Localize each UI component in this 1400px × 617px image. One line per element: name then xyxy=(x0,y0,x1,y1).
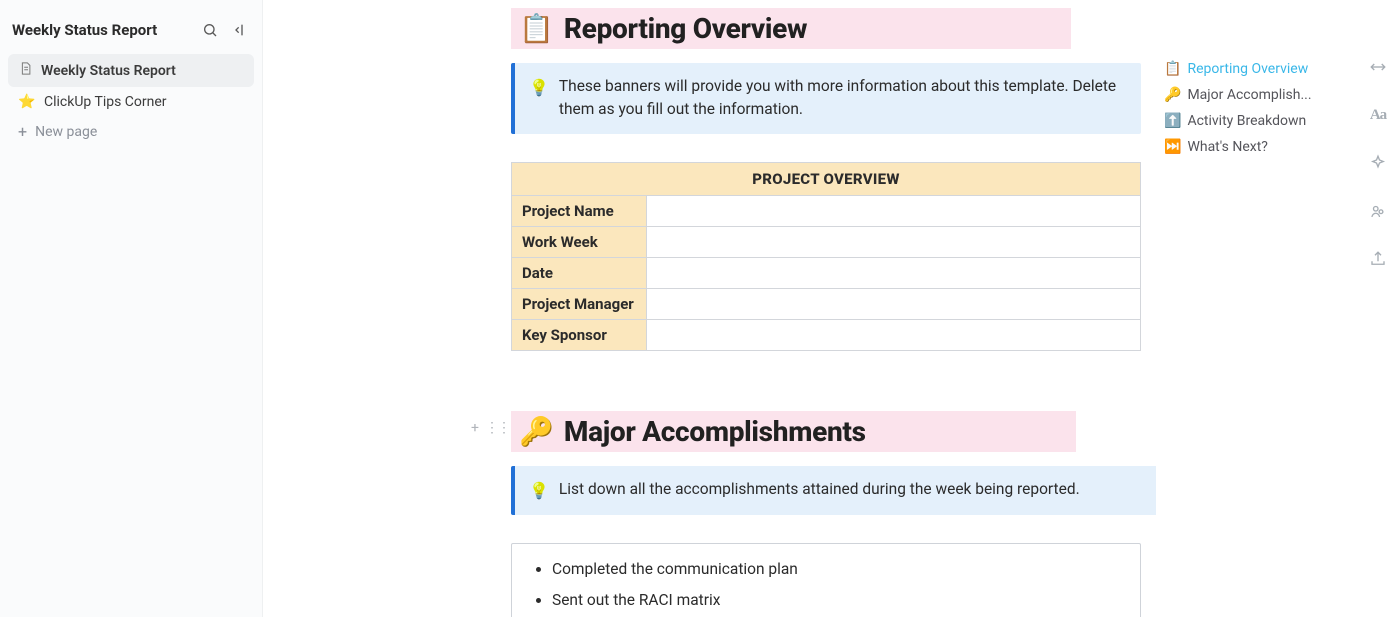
document-icon xyxy=(18,61,33,80)
lightbulb-icon: 💡 xyxy=(529,76,549,100)
table-header: PROJECT OVERVIEW xyxy=(512,162,1141,195)
search-icon[interactable] xyxy=(200,20,220,40)
star-icon: ⭐ xyxy=(18,94,36,110)
row-value[interactable] xyxy=(647,319,1141,350)
sidebar-item-clickup-tips[interactable]: ⭐ ClickUp Tips Corner xyxy=(8,87,254,117)
table-row: Date xyxy=(512,257,1141,288)
typography-icon[interactable]: Aa xyxy=(1367,104,1389,126)
right-toolstrip: Aa xyxy=(1356,0,1400,617)
document-canvas: 📋 Reporting Overview 💡 These banners wil… xyxy=(263,0,1156,617)
document-body: 📋 Reporting Overview 💡 These banners wil… xyxy=(511,8,1146,577)
project-overview-table[interactable]: PROJECT OVERVIEW Project Name Work Week … xyxy=(511,162,1141,351)
banner-text: List down all the accomplishments attain… xyxy=(559,478,1147,501)
outline-label: Reporting Overview xyxy=(1187,61,1308,77)
ai-assist-icon[interactable] xyxy=(1367,152,1389,174)
row-value[interactable] xyxy=(647,226,1141,257)
block-controls: + ⋮⋮ xyxy=(471,421,509,435)
outline-item-activity-breakdown[interactable]: ⬆️ Activity Breakdown xyxy=(1164,108,1344,134)
table-row: Work Week xyxy=(512,226,1141,257)
row-label: Work Week xyxy=(512,226,647,257)
export-icon[interactable] xyxy=(1367,248,1389,270)
heading-major-accomplishments[interactable]: 🔑 Major Accomplishments xyxy=(511,411,1076,452)
heading-text: Major Accomplishments xyxy=(564,415,866,448)
key-icon: 🔑 xyxy=(1164,87,1181,103)
table-row: Project Name xyxy=(512,195,1141,226)
row-value[interactable] xyxy=(647,288,1141,319)
clipboard-icon: 📋 xyxy=(519,12,554,45)
heading-text: Reporting Overview xyxy=(564,12,807,45)
sidebar-header-actions xyxy=(200,20,250,40)
next-icon: ⏭️ xyxy=(1164,139,1181,155)
sidebar: Weekly Status Report Weekly Status Repor… xyxy=(0,0,263,617)
width-toggle-icon[interactable] xyxy=(1367,56,1389,78)
sidebar-header: Weekly Status Report xyxy=(8,14,254,54)
add-block-icon[interactable]: + xyxy=(471,421,479,435)
heading-reporting-overview[interactable]: 📋 Reporting Overview xyxy=(511,8,1071,49)
info-banner-overview[interactable]: 💡 These banners will provide you with mo… xyxy=(511,63,1141,134)
workspace-title: Weekly Status Report xyxy=(12,21,200,39)
key-icon: 🔑 xyxy=(519,415,554,448)
sidebar-item-label: ClickUp Tips Corner xyxy=(44,94,167,110)
outline-label: What's Next? xyxy=(1187,139,1267,155)
outline-label: Activity Breakdown xyxy=(1187,113,1306,129)
outline-item-major-accomplishments[interactable]: 🔑 Major Accomplish... xyxy=(1164,82,1344,108)
up-arrow-icon: ⬆️ xyxy=(1164,113,1181,129)
list-item[interactable]: Completed the communication plan xyxy=(552,554,1124,585)
row-value[interactable] xyxy=(647,257,1141,288)
new-page-button[interactable]: + New page xyxy=(8,117,254,147)
row-label: Date xyxy=(512,257,647,288)
banner-text: These banners will provide you with more… xyxy=(559,75,1127,122)
table-row: Project Manager xyxy=(512,288,1141,319)
sidebar-item-label: Weekly Status Report xyxy=(41,63,176,79)
row-label: Project Name xyxy=(512,195,647,226)
list-item[interactable]: Sent out the RACI matrix xyxy=(552,585,1124,616)
drag-handle-icon[interactable]: ⋮⋮ xyxy=(485,421,509,435)
accomplishments-list: Completed the communication plan Sent ou… xyxy=(528,554,1124,617)
row-label: Key Sponsor xyxy=(512,319,647,350)
clipboard-icon: 📋 xyxy=(1164,61,1181,77)
collaborators-icon[interactable] xyxy=(1367,200,1389,222)
lightbulb-icon: 💡 xyxy=(529,479,549,503)
new-page-label: New page xyxy=(35,124,97,140)
collapse-sidebar-icon[interactable] xyxy=(230,20,250,40)
document-outline: 📋 Reporting Overview 🔑 Major Accomplish.… xyxy=(1156,0,1356,617)
row-label: Project Manager xyxy=(512,288,647,319)
app-root: Weekly Status Report Weekly Status Repor… xyxy=(0,0,1400,617)
info-banner-accomplishments[interactable]: 💡 List down all the accomplishments atta… xyxy=(511,466,1156,515)
outline-label: Major Accomplish... xyxy=(1187,87,1311,103)
outline-item-whats-next[interactable]: ⏭️ What's Next? xyxy=(1164,134,1344,160)
table-row: Key Sponsor xyxy=(512,319,1141,350)
outline-item-reporting-overview[interactable]: 📋 Reporting Overview xyxy=(1164,56,1344,82)
row-value[interactable] xyxy=(647,195,1141,226)
accomplishments-box[interactable]: Completed the communication plan Sent ou… xyxy=(511,543,1141,617)
plus-icon: + xyxy=(18,124,27,140)
sidebar-item-weekly-status-report[interactable]: Weekly Status Report xyxy=(8,54,254,87)
